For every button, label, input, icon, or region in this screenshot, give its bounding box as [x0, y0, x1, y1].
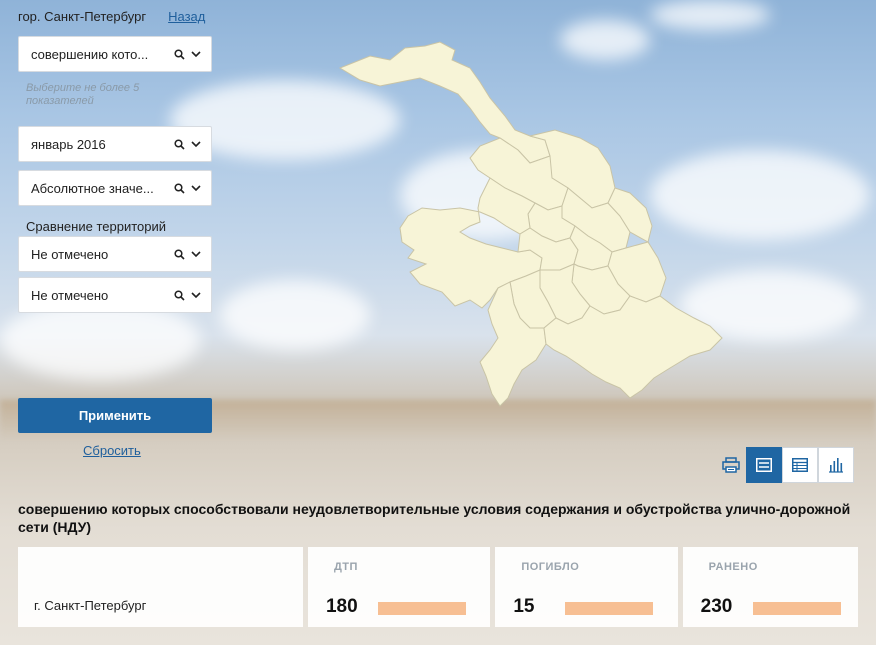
- indicator-select[interactable]: совершению кото...: [18, 36, 212, 72]
- back-link[interactable]: Назад: [168, 9, 205, 24]
- value-type-value: Абсолютное значе...: [31, 180, 154, 196]
- chevron-down-icon: [191, 184, 201, 191]
- metric-bar: [752, 602, 841, 615]
- metric-cell-accidents: ДТП 180: [307, 547, 491, 627]
- search-icon: [174, 289, 185, 301]
- search-icon: [174, 182, 185, 194]
- compare-territory-1-select[interactable]: Не отмечено: [18, 236, 212, 272]
- district-map[interactable]: [330, 38, 750, 410]
- search-icon: [174, 48, 185, 60]
- chevron-down-icon: [191, 250, 201, 257]
- print-icon: [722, 457, 740, 473]
- chevron-down-icon: [191, 140, 201, 147]
- list-view-icon: [756, 458, 772, 472]
- comparison-label: Сравнение территорий: [26, 219, 166, 234]
- region-name: гор. Санкт-Петербург: [18, 9, 147, 24]
- compare-1-value: Не отмечено: [31, 246, 109, 262]
- print-button[interactable]: [716, 447, 746, 483]
- territory-cell: г. Санкт-Петербург: [18, 547, 303, 627]
- chart-view-button[interactable]: [818, 447, 854, 483]
- table-view-icon: [792, 458, 808, 472]
- compare-territory-2-select[interactable]: Не отмечено: [18, 277, 212, 313]
- search-icon: [174, 248, 185, 260]
- metric-bar: [377, 602, 466, 615]
- chevron-down-icon: [191, 50, 201, 57]
- chart-view-icon: [829, 458, 843, 473]
- report-title: совершению которых способствовали неудов…: [18, 501, 851, 535]
- compare-2-value: Не отмечено: [31, 287, 109, 303]
- metric-cell-killed: ПОГИБЛО 15: [495, 547, 678, 627]
- map-district-kurortny[interactable]: [338, 41, 551, 164]
- value-type-select[interactable]: Абсолютное значе...: [18, 170, 212, 206]
- metric-value: 15: [513, 596, 535, 617]
- cloud: [650, 0, 770, 30]
- apply-button[interactable]: Применить: [18, 398, 212, 433]
- territory-name: г. Санкт-Петербург: [34, 598, 147, 613]
- region-header: гор. Санкт-Петербург Назад: [18, 9, 205, 24]
- view-toolbar: [716, 447, 854, 483]
- metric-value: 230: [700, 596, 733, 617]
- metric-header: ДТП: [333, 561, 358, 573]
- metric-bar: [565, 602, 654, 615]
- indicator-value: совершению кото...: [31, 46, 149, 62]
- metric-header: ПОГИБЛО: [521, 561, 580, 573]
- table-view-button[interactable]: [782, 447, 818, 483]
- reset-link[interactable]: Сбросить: [83, 443, 141, 458]
- results-table: г. Санкт-Петербург ДТП 180 ПОГИБЛО 15 РА…: [18, 547, 859, 627]
- period-value: январь 2016: [31, 136, 106, 152]
- search-icon: [174, 138, 185, 150]
- metric-header: РАНЕНО: [708, 561, 758, 573]
- list-view-button[interactable]: [746, 447, 782, 483]
- metric-cell-injured: РАНЕНО 230: [682, 547, 859, 627]
- metric-value: 180: [325, 596, 358, 617]
- period-select[interactable]: январь 2016: [18, 126, 212, 162]
- chevron-down-icon: [191, 291, 201, 298]
- indicator-hint: Выберите не более 5 показателей: [26, 82, 140, 107]
